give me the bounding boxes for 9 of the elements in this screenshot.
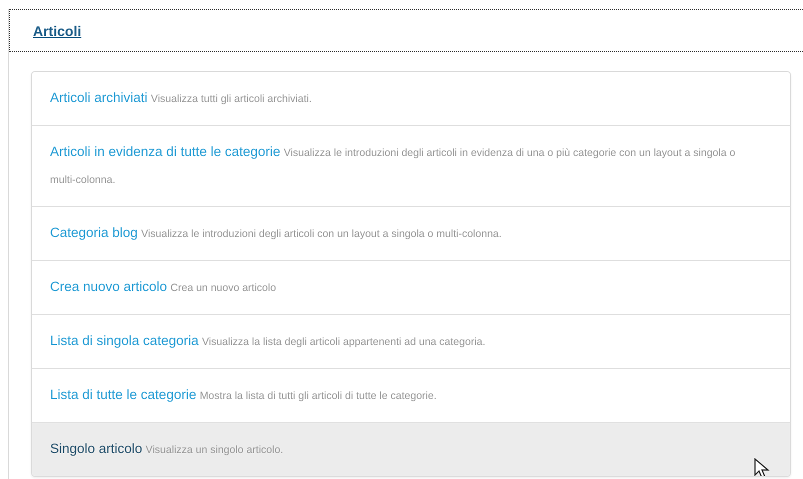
menu-type-item[interactable]: Singolo articolo Visualizza un singolo articolo.: [32, 422, 790, 476]
section-title-link[interactable]: Articoli: [33, 22, 82, 38]
menu-type-item[interactable]: Articoli in evidenza di tutte le categorie Visualizza le introduzioni degli articoli in evidenza di una o più categorie con un layout a singola o multi-colonna.: [32, 125, 790, 206]
menu-type-item[interactable]: Categoria blog Visualizza le introduzioni degli articoli con un layout a singola o multi-colonna.: [32, 206, 790, 260]
menu-type-item[interactable]: Articoli archiviati Visualizza tutti gli articoli archiviati.: [32, 72, 790, 125]
mouse-pointer-icon: [754, 458, 772, 476]
menu-type-item[interactable]: Crea nuovo articolo Crea un nuovo articolo: [32, 260, 790, 314]
menu-type-item[interactable]: Lista di tutte le categorie Mostra la lista di tutti gli articoli di tutte le categorie.: [32, 368, 790, 422]
menu-type-item[interactable]: Lista di singola categoria Visualizza la lista degli articoli appartenenti ad una categoria.: [32, 314, 790, 368]
